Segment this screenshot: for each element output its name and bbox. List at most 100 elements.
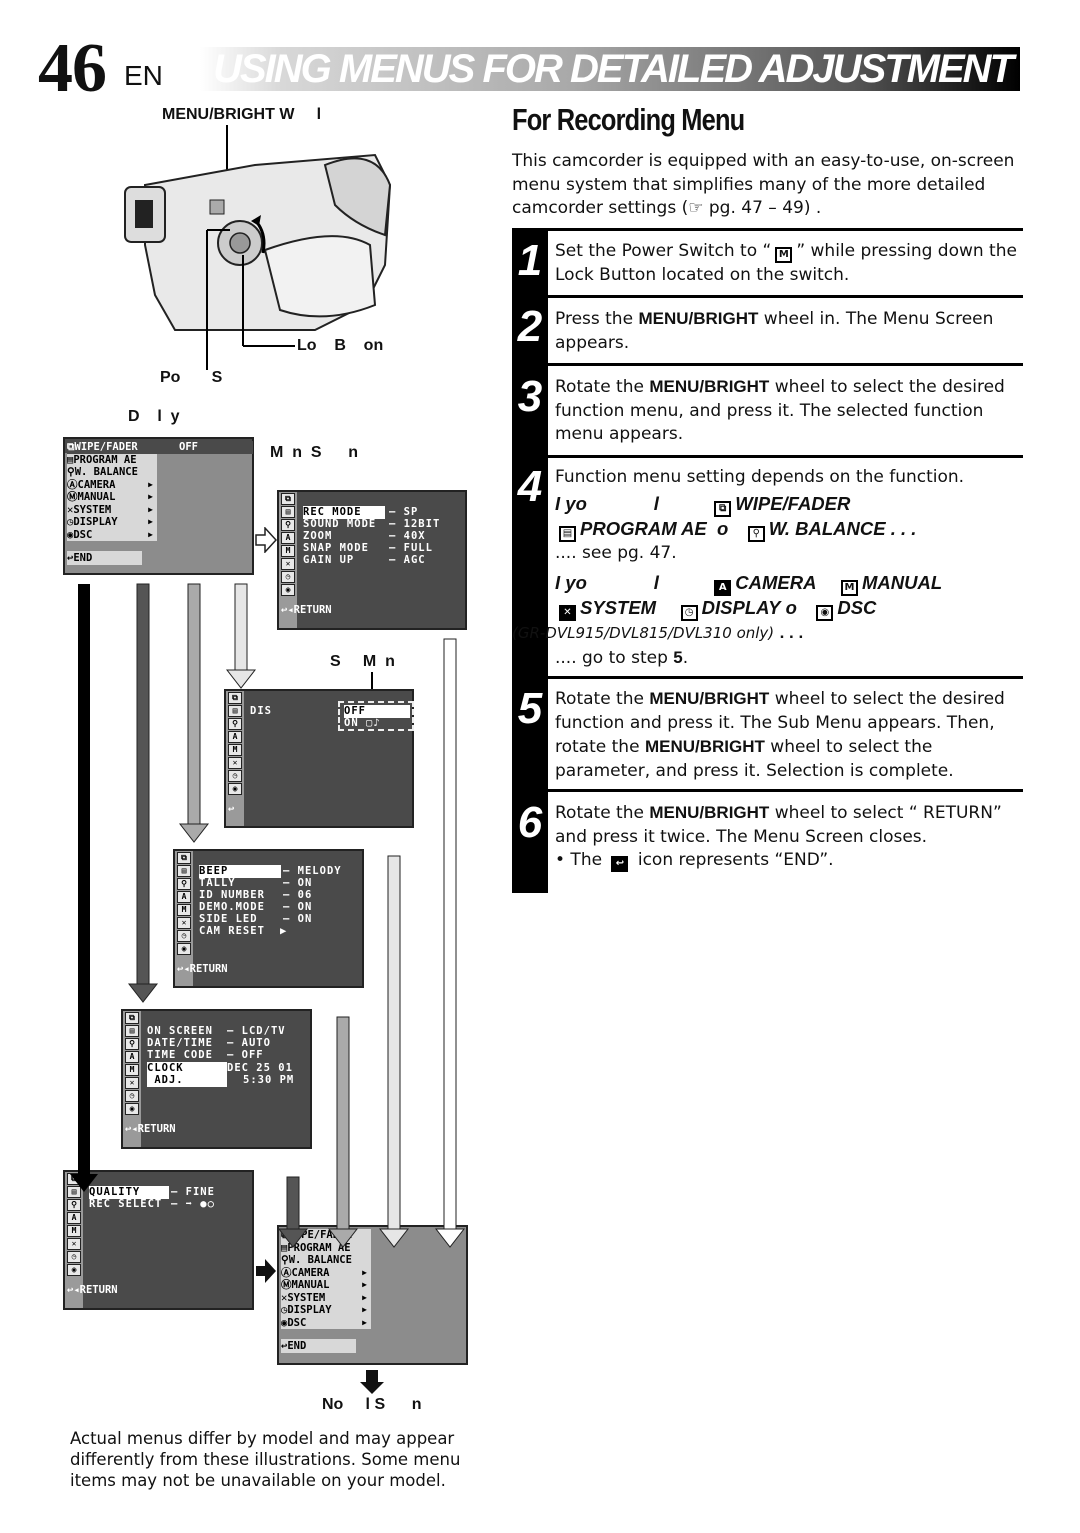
step-number: 2: [517, 302, 543, 351]
section-heading: For Recording Menu: [512, 102, 745, 137]
model-note: (GR-DVL915/DVL815/DVL310 only): [512, 624, 775, 642]
menu-row-value: — AGC: [389, 554, 426, 566]
case-2-note-line: (GR-DVL915/DVL815/DVL310 only) . . .: [512, 621, 1023, 646]
step-number: 3: [517, 372, 543, 421]
submenu-arrow-icon: ▶: [148, 517, 153, 526]
step-number: 1: [517, 236, 543, 285]
return-end-icon: ↩: [611, 856, 629, 872]
step-2-text: Press the MENU/BRIGHT wheel in. The Menu…: [555, 307, 1023, 355]
menu-screen-label: M n S n: [270, 444, 358, 461]
menu-bright-label: MENU/BRIGHT: [644, 737, 765, 756]
menu-item-label: WIPE/FADER: [74, 441, 138, 453]
step-1-text: Set the Power Switch to “M” while pressi…: [555, 240, 1023, 287]
display-label: D l y: [128, 408, 180, 425]
white-balance-icon: ⚲: [747, 525, 765, 542]
camcorder-illustration: [124, 125, 392, 335]
menu-row-label[interactable]: SOUND MODE: [303, 518, 376, 531]
menu-bright-label: MENU/BRIGHT: [649, 377, 770, 396]
program-rail-icon: ▤: [281, 506, 295, 518]
step-text-part: Function menu setting depends on the fun…: [555, 467, 965, 487]
case-2-line-1: I yo l A CAMERA M MANUAL: [555, 571, 1023, 596]
submenu-arrow-icon: ▶: [148, 504, 153, 514]
value-text: 12BIT: [403, 518, 441, 530]
system-icon: ✕: [559, 605, 576, 621]
step-6-text: Rotate the MENU/BRIGHT wheel to select “…: [555, 801, 1023, 873]
manual-icon: M: [841, 580, 859, 596]
arrow-down-darkgray-icon: [127, 583, 159, 1003]
menu-end[interactable]: ↩END: [67, 551, 142, 565]
case-mid: l: [653, 492, 659, 514]
step-ref: 5: [673, 647, 683, 667]
page-title: USING MENUS FOR DETAILED ADJUSTMENT: [213, 47, 1014, 91]
menu-item-system[interactable]: ✕SYSTEM ▶: [67, 504, 157, 517]
arrow-down-gray-icon: [178, 583, 210, 843]
step-3-text: Rotate the MENU/BRIGHT wheel to select t…: [555, 375, 1023, 447]
menu-item-wipe-fader[interactable]: ⧉WIPE/FADER OFF: [67, 441, 253, 454]
main-menu-screen: ⧉WIPE/FADER OFF ▤PROGRAM AE ⚲W. BALANCE Ⓐ…: [63, 437, 254, 575]
menu-row-value: — SP: [389, 506, 419, 518]
wheel-label: MENU/BRIGHT W l: [162, 106, 322, 123]
menu-row-label[interactable]: ZOOM: [303, 530, 332, 543]
menu-item-value: OFF: [179, 441, 198, 453]
program-ae-label: PROGRAM AE: [580, 517, 707, 539]
normal-screen-label: No l S n: [322, 1396, 422, 1413]
system-label: SYSTEM: [580, 597, 657, 618]
intro-paragraph: This camcorder is equipped with an easy-…: [512, 151, 1015, 218]
step-divider: [548, 295, 1023, 298]
step-text-part: icon represents “END”.: [632, 850, 834, 870]
menu-bright-label: MENU/BRIGHT: [638, 309, 759, 328]
case-2-line-2: ✕ SYSTEM ◷ DISPLAY o ◉ DSC: [555, 596, 1023, 621]
menu-row-label[interactable]: SNAP MODE: [303, 542, 369, 555]
wipe-rail-icon: ⧉: [281, 493, 295, 505]
manual-mode-icon: M: [775, 247, 793, 263]
menu-item-dsc[interactable]: ◉DSC ▶: [67, 529, 157, 542]
step-number: 6: [517, 798, 543, 847]
end-icon-note: • The ↩ icon represents “END”.: [555, 849, 1023, 873]
step-divider: [548, 789, 1023, 792]
menu-item-w-balance[interactable]: ⚲W. BALANCE: [67, 466, 157, 479]
case-lead: I yo: [555, 572, 587, 593]
M-rail-icon: M: [281, 545, 295, 557]
menu-row-value: — 12BIT: [389, 518, 441, 530]
wipe-fader-label: WIPE/FADER: [735, 492, 851, 514]
step-text-part: Set the Power Switch to “: [555, 241, 772, 261]
step-text-part: • The: [555, 850, 608, 870]
step-4-text: Function menu setting depends on the fun…: [512, 466, 1023, 671]
step-5-text: Rotate the MENU/BRIGHT wheel to select t…: [555, 687, 1023, 783]
footnote: Actual menus differ by model and may app…: [70, 1429, 461, 1490]
case-1-line-1: I yo l ⧉ WIPE/FADER: [555, 492, 1023, 517]
value-text: 40X: [403, 530, 426, 542]
step-text-part: Rotate the: [555, 377, 650, 397]
value-text: FULL: [403, 542, 433, 554]
value-text: AGC: [403, 554, 426, 566]
program-ae-icon: ▤: [559, 525, 576, 542]
camera-label: CAMERA: [735, 572, 817, 593]
menu-item-label: W. BALANCE: [74, 466, 138, 478]
step-divider: [548, 455, 1023, 458]
arrow-down-black-icon: [70, 584, 98, 1192]
or-label: o: [717, 517, 729, 539]
menu-row-label[interactable]: GAIN UP: [303, 554, 354, 567]
case-1-line-2: ▤ PROGRAM AE o ⚲ W. BALANCE . . .: [555, 517, 1023, 542]
menu-item-label: MANUAL: [77, 491, 116, 503]
menu-item-display[interactable]: ◷DISPLAY ▶: [67, 516, 157, 529]
menu-item-camera[interactable]: ⒶCAMERA ▶: [67, 479, 157, 492]
case-lead: I yo: [555, 492, 587, 514]
title-bar: USING MENUS FOR DETAILED ADJUSTMENT: [200, 47, 1020, 91]
case-2-result: .... go to step 5.: [555, 646, 1023, 671]
menu-item-label: DSC: [73, 528, 93, 541]
step-text-part: .... go to step: [555, 647, 674, 668]
power-switch-label: Po S: [160, 369, 223, 386]
step-divider: [548, 363, 1023, 366]
step-text-part: .: [682, 647, 689, 668]
arrow-down-exit-icon: [360, 1370, 384, 1394]
step-divider: [548, 676, 1023, 679]
submenu-arrow-icon: ▶: [148, 529, 153, 539]
menu-row-value: — 40X: [389, 530, 426, 542]
step-divider: [548, 228, 1023, 231]
menu-item-program-ae[interactable]: ▤PROGRAM AE: [67, 454, 157, 467]
menu-row-label[interactable]: REC MODE: [303, 506, 385, 519]
white-balance-label: W. BALANCE: [768, 517, 886, 539]
step-text-part: Rotate the: [555, 689, 650, 709]
menu-item-manual[interactable]: ⓂMANUAL ▶: [67, 491, 157, 504]
